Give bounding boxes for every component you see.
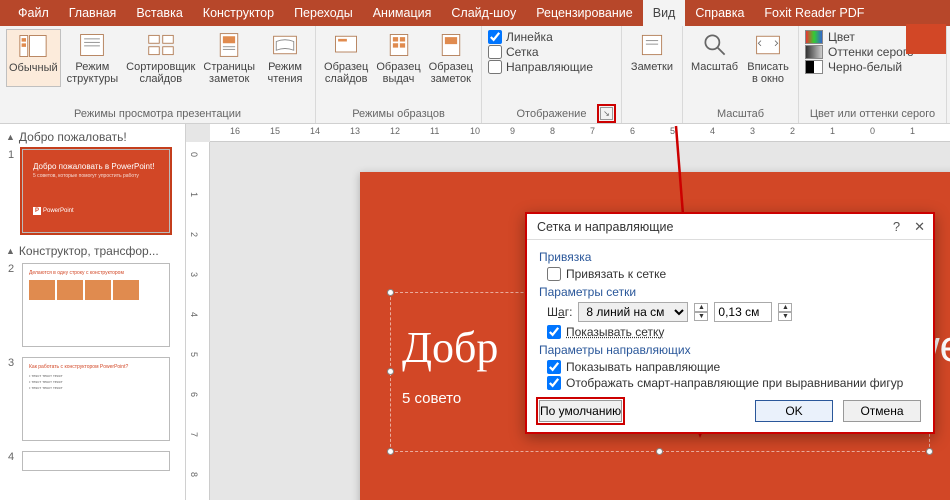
group-master-views: Образец слайдов Образец выдач Образец за… bbox=[316, 26, 482, 123]
color-swatch-icon bbox=[805, 30, 823, 44]
zoom-icon bbox=[701, 31, 729, 59]
snap-header: Привязка bbox=[539, 250, 921, 264]
group-notes: Заметки bbox=[622, 26, 683, 123]
value-spin[interactable]: ▲▼ bbox=[778, 303, 792, 321]
grayscale-swatch-icon bbox=[805, 45, 823, 59]
section-header-1[interactable]: ▲Добро пожаловать! bbox=[2, 127, 183, 147]
group-label-views: Режимы просмотра презентации bbox=[6, 107, 309, 122]
slide-master-icon bbox=[332, 31, 360, 59]
ruler-horizontal[interactable]: 16151413121110987654321012 bbox=[210, 124, 950, 142]
chk-guides-input[interactable] bbox=[488, 60, 502, 74]
btn-notes-master[interactable]: Образец заметок bbox=[427, 29, 475, 87]
thumbnail-2[interactable]: Делаются в одну строку с конструктором bbox=[22, 263, 170, 347]
group-label-notes bbox=[628, 107, 676, 122]
btn-notes-page[interactable]: Страницы заметок bbox=[201, 29, 257, 87]
btn-defaults[interactable]: По умолчанию bbox=[539, 400, 622, 422]
btn-fit-window[interactable]: Вписать в окно bbox=[744, 29, 792, 87]
menu-foxit[interactable]: Foxit Reader PDF bbox=[754, 0, 874, 26]
group-show: Линейка Сетка Направляющие Отображение ↘ bbox=[482, 26, 622, 123]
thumbnail-3[interactable]: Как работать с конструктором PowerPoint?… bbox=[22, 357, 170, 441]
show-dialog-launcher[interactable]: ↘ bbox=[600, 107, 613, 120]
bw-swatch-icon bbox=[805, 60, 823, 74]
btn-outline-view[interactable]: Режим структуры bbox=[65, 29, 121, 87]
btn-cancel[interactable]: Отмена bbox=[843, 400, 921, 422]
btn-zoom[interactable]: Масштаб bbox=[689, 29, 740, 87]
chk-ruler-input[interactable] bbox=[488, 30, 502, 44]
slide-subtitle[interactable]: 5 совето bbox=[402, 390, 461, 407]
group-label-masters: Режимы образцов bbox=[322, 107, 475, 122]
btn-slide-sorter[interactable]: Сортировщик слайдов bbox=[124, 29, 197, 87]
btn-ok[interactable]: OK bbox=[755, 400, 833, 422]
group-presentation-views: Обычный Режим структуры Сортировщик слай… bbox=[0, 26, 316, 123]
guides-header: Параметры направляющих bbox=[539, 343, 921, 357]
btn-normal-view[interactable]: Обычный bbox=[6, 29, 61, 87]
outline-view-icon bbox=[78, 31, 106, 59]
btn-slide-master[interactable]: Образец слайдов bbox=[322, 29, 370, 87]
ribbon: Обычный Режим структуры Сортировщик слай… bbox=[0, 26, 950, 124]
chk-ruler[interactable]: Линейка bbox=[488, 30, 615, 44]
menu-view[interactable]: Вид bbox=[643, 0, 686, 26]
fit-window-icon bbox=[754, 31, 782, 59]
menu-design[interactable]: Конструктор bbox=[193, 0, 284, 26]
menu-animations[interactable]: Анимация bbox=[363, 0, 442, 26]
opt-smart-guides[interactable]: Отображать смарт-направляющие при выравн… bbox=[547, 376, 921, 390]
menu-insert[interactable]: Вставка bbox=[126, 0, 192, 26]
step-label: Шаг: bbox=[547, 305, 572, 319]
pp-logo-icon: P bbox=[33, 207, 41, 215]
menu-transitions[interactable]: Переходы bbox=[284, 0, 363, 26]
btn-black-white[interactable]: Черно-белый bbox=[805, 60, 940, 74]
grid-header: Параметры сетки bbox=[539, 285, 921, 299]
thumbnail-pane[interactable]: ▲Добро пожаловать! 1 Добро пожаловать в … bbox=[0, 124, 186, 500]
group-label-show: Отображение ↘ bbox=[488, 107, 615, 122]
dialog-titlebar[interactable]: Сетка и направляющие ? ✕ bbox=[527, 214, 933, 240]
collapse-icon: ▲ bbox=[6, 246, 15, 256]
step-spin[interactable]: ▲▼ bbox=[694, 303, 708, 321]
thumb-number: 3 bbox=[8, 357, 18, 441]
menu-slideshow[interactable]: Слайд-шоу bbox=[441, 0, 526, 26]
menu-home[interactable]: Главная bbox=[59, 0, 127, 26]
btn-notes[interactable]: Заметки bbox=[628, 29, 676, 75]
chk-guides[interactable]: Направляющие bbox=[488, 60, 615, 74]
menu-bar: Файл Главная Вставка Конструктор Переход… bbox=[0, 0, 950, 26]
reading-view-icon bbox=[271, 31, 299, 59]
collapse-icon: ▲ bbox=[6, 132, 15, 142]
menu-file[interactable]: Файл bbox=[8, 0, 59, 26]
chk-gridlines-input[interactable] bbox=[488, 45, 502, 59]
notes-master-icon bbox=[437, 31, 465, 59]
step-combo[interactable]: 8 линий на см bbox=[578, 302, 688, 322]
menu-review[interactable]: Рецензирование bbox=[526, 0, 643, 26]
group-label-zoom: Масштаб bbox=[689, 107, 792, 122]
thumb-number: 4 bbox=[8, 451, 18, 471]
step-value[interactable] bbox=[714, 302, 772, 322]
btn-handout-master[interactable]: Образец выдач bbox=[374, 29, 422, 87]
menu-help[interactable]: Справка bbox=[685, 0, 754, 26]
opt-show-guides[interactable]: Показывать направляющие bbox=[547, 360, 921, 374]
group-label-color: Цвет или оттенки серого bbox=[805, 107, 940, 122]
slide-title[interactable]: Добр bbox=[402, 322, 498, 373]
section-header-2[interactable]: ▲Конструктор, трансфор... bbox=[2, 241, 183, 261]
handout-master-icon bbox=[385, 31, 413, 59]
ruler-vertical[interactable]: 012345678 bbox=[186, 142, 210, 500]
thumb-number: 2 bbox=[8, 263, 18, 347]
notes-page-icon bbox=[215, 31, 243, 59]
btn-reading-view[interactable]: Режим чтения bbox=[261, 29, 309, 87]
notes-icon bbox=[638, 31, 666, 59]
dialog-help-button[interactable]: ? bbox=[893, 219, 900, 235]
sorter-icon bbox=[147, 31, 175, 59]
opt-snap-to-grid[interactable]: Привязать к сетке bbox=[547, 267, 921, 281]
normal-view-icon bbox=[19, 32, 47, 60]
dialog-close-button[interactable]: ✕ bbox=[914, 219, 925, 235]
thumbnail-1[interactable]: Добро пожаловать в PowerPoint! 5 советов… bbox=[22, 149, 170, 233]
group-zoom: Масштаб Вписать в окно Масштаб bbox=[683, 26, 799, 123]
grid-guides-dialog: Сетка и направляющие ? ✕ Привязка Привяз… bbox=[525, 212, 935, 434]
opt-show-grid[interactable]: Показывать сетку bbox=[547, 325, 921, 339]
chk-gridlines[interactable]: Сетка bbox=[488, 45, 615, 59]
thumb-number: 1 bbox=[8, 149, 18, 233]
thumbnail-4[interactable] bbox=[22, 451, 170, 471]
dialog-title: Сетка и направляющие bbox=[537, 220, 673, 234]
